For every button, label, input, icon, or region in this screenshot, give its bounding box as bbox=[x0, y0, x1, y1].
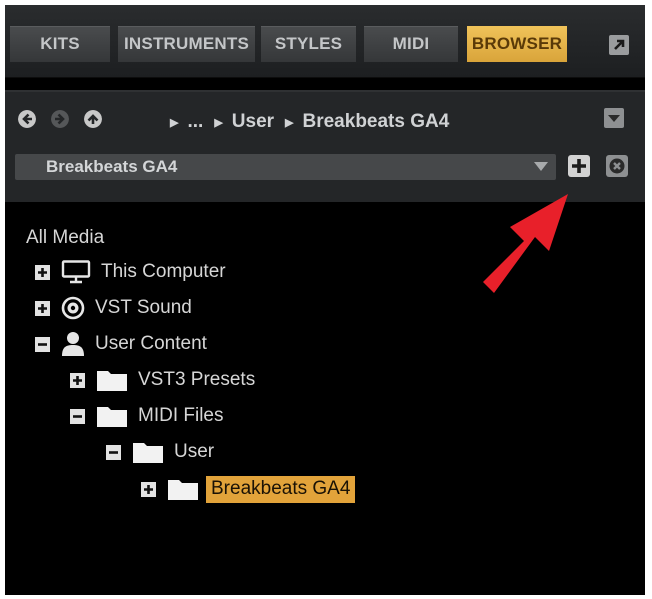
add-location-icon[interactable] bbox=[568, 155, 590, 177]
tab-instruments[interactable]: INSTRUMENTS bbox=[118, 26, 255, 62]
tree-item-label: User bbox=[174, 441, 215, 462]
tree-item-label-selected: Breakbeats GA4 bbox=[206, 475, 356, 503]
tree-item-vst-sound[interactable]: VST Sound bbox=[35, 294, 192, 322]
monitor-icon bbox=[61, 260, 91, 284]
folder-icon bbox=[97, 407, 127, 427]
up-level-icon[interactable] bbox=[84, 110, 102, 128]
expand-icon[interactable] bbox=[35, 300, 50, 316]
location-dropdown[interactable]: Breakbeats GA4 bbox=[15, 154, 556, 180]
tree-item-user[interactable]: User bbox=[106, 438, 214, 466]
tree-item-this-computer[interactable]: This Computer bbox=[35, 258, 226, 286]
collapse-icon[interactable] bbox=[106, 444, 121, 460]
breadcrumb-ellipsis[interactable]: ... bbox=[187, 111, 203, 133]
tree-item-label: This Computer bbox=[101, 261, 226, 282]
collapse-icon[interactable] bbox=[70, 408, 85, 424]
tab-browser[interactable]: BROWSER bbox=[467, 26, 567, 62]
tree-item-label: VST Sound bbox=[95, 297, 192, 318]
tab-bar: KITS INSTRUMENTS STYLES MIDI BROWSER bbox=[5, 5, 645, 78]
tab-midi[interactable]: MIDI bbox=[364, 26, 458, 62]
expand-icon[interactable] bbox=[141, 481, 156, 497]
tree-item-user-content[interactable]: User Content bbox=[35, 330, 207, 358]
tree-item-label: User Content bbox=[95, 333, 207, 354]
expand-icon[interactable] bbox=[70, 372, 85, 388]
forward-icon[interactable] bbox=[51, 110, 69, 128]
collapse-panel-icon[interactable] bbox=[604, 108, 624, 128]
expand-icon[interactable] bbox=[35, 264, 50, 280]
user-icon bbox=[62, 332, 84, 356]
disc-icon bbox=[61, 296, 85, 320]
back-icon[interactable] bbox=[18, 110, 36, 128]
navigation-panel bbox=[5, 90, 645, 202]
location-dropdown-value: Breakbeats GA4 bbox=[46, 157, 178, 176]
remove-location-icon[interactable] bbox=[606, 155, 628, 177]
breadcrumb-item-user[interactable]: User bbox=[232, 111, 274, 133]
annotation-arrow-icon bbox=[483, 194, 568, 293]
breadcrumb: ▶ ... ▶ User ▶ Breakbeats GA4 bbox=[170, 111, 450, 133]
tree-item-label: MIDI Files bbox=[138, 405, 224, 426]
collapse-icon[interactable] bbox=[35, 336, 50, 352]
tree-item-label: VST3 Presets bbox=[138, 369, 256, 390]
tree-item-vst3-presets[interactable]: VST3 Presets bbox=[70, 366, 255, 394]
tree-root-label[interactable]: All Media bbox=[26, 227, 104, 249]
breadcrumb-item-current[interactable]: Breakbeats GA4 bbox=[303, 111, 450, 133]
tab-styles[interactable]: STYLES bbox=[261, 26, 356, 62]
expand-window-icon[interactable] bbox=[609, 35, 629, 55]
folder-icon bbox=[97, 371, 127, 391]
tree-item-midi-files[interactable]: MIDI Files bbox=[70, 402, 224, 430]
tab-kits[interactable]: KITS bbox=[10, 26, 110, 62]
tree-item-breakbeats-ga4[interactable]: Breakbeats GA4 bbox=[141, 475, 356, 503]
chevron-down-icon bbox=[534, 162, 548, 171]
folder-icon bbox=[133, 443, 163, 463]
folder-icon bbox=[168, 480, 198, 500]
